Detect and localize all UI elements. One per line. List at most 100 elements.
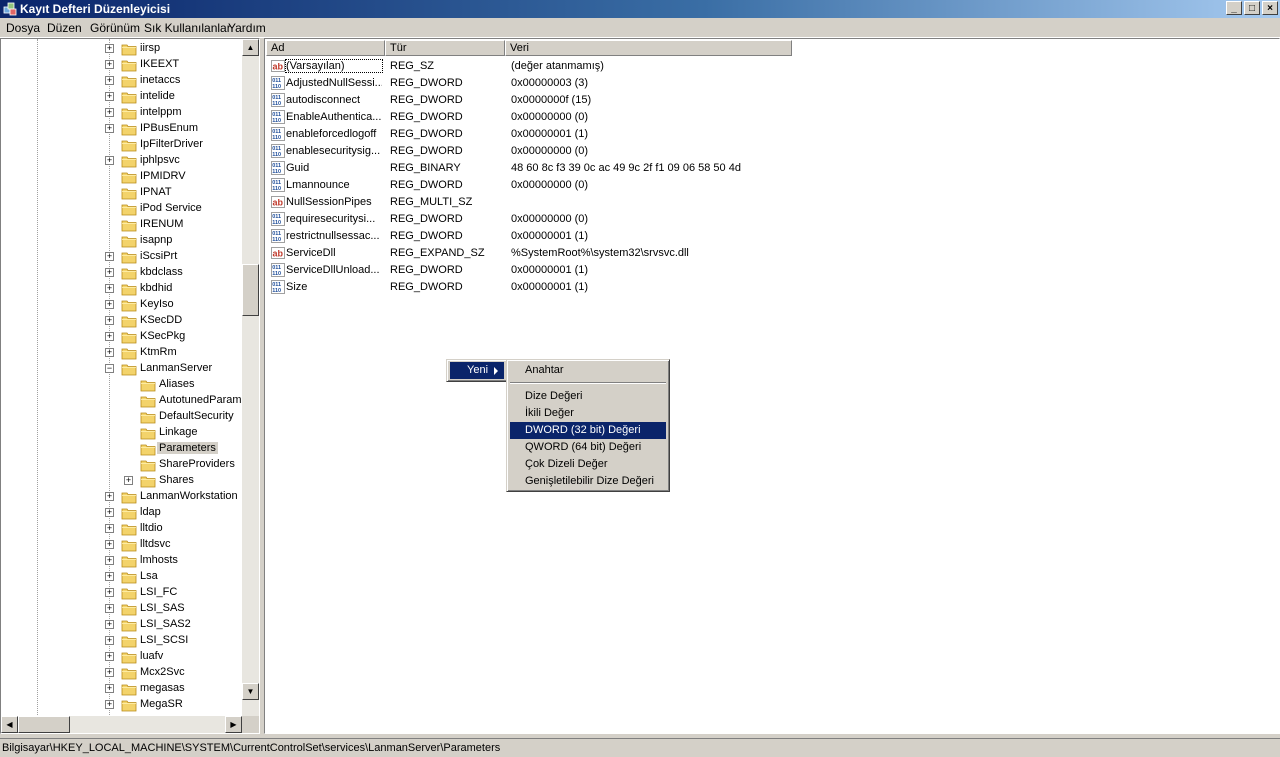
submenu-item[interactable]: Genişletilebilir Dize Değeri <box>510 473 666 490</box>
column-header-type[interactable]: Tür <box>385 40 505 56</box>
tree-item[interactable]: isapnp <box>1 233 242 249</box>
value-row[interactable]: ab NullSessionPipes REG_MULTI_SZ <box>265 194 1265 211</box>
tree-item[interactable]: + lltdsvc <box>1 537 242 553</box>
tree-item[interactable]: + LSI_SAS2 <box>1 617 242 633</box>
tree-item[interactable]: + KeyIso <box>1 297 242 313</box>
submenu-item[interactable]: İkili Değer <box>510 405 666 422</box>
scroll-thumb[interactable] <box>242 264 259 316</box>
expand-icon[interactable]: + <box>105 508 114 517</box>
expand-icon[interactable]: + <box>105 604 114 613</box>
expand-icon[interactable]: + <box>105 572 114 581</box>
submenu-item[interactable]: QWORD (64 bit) Değeri <box>510 439 666 456</box>
tree-item[interactable]: IPMIDRV <box>1 169 242 185</box>
column-header-data[interactable]: Veri <box>505 40 792 56</box>
minimize-button[interactable]: _ <box>1226 1 1242 15</box>
expand-icon[interactable]: + <box>105 284 114 293</box>
value-row[interactable]: 011 110 EnableAuthentica... REG_DWORD 0x0000… <box>265 109 1265 126</box>
expand-icon[interactable]: + <box>105 252 114 261</box>
tree-item[interactable]: + IPBusEnum <box>1 121 242 137</box>
expand-icon[interactable]: + <box>105 316 114 325</box>
tree-pane[interactable]: + iirsp + IKEEXT + inetaccs + intelide + intelppm… <box>0 38 260 734</box>
tree-item[interactable]: Aliases <box>1 377 242 393</box>
expand-icon[interactable]: + <box>105 268 114 277</box>
value-row[interactable]: 011 110 enableforcedlogoff REG_DWORD 0x00000… <box>265 126 1265 143</box>
value-row[interactable]: 011 110 requiresecuritysi... REG_DWORD 0x000… <box>265 211 1265 228</box>
scroll-right-button[interactable]: ▶ <box>225 716 242 733</box>
value-row[interactable]: 011 110 ServiceDllUnload... REG_DWORD 0x0000… <box>265 262 1265 279</box>
tree-item[interactable]: + inetaccs <box>1 73 242 89</box>
tree-item[interactable]: + LSI_SCSI <box>1 633 242 649</box>
menu-view[interactable]: Görünüm <box>90 21 140 35</box>
tree-item[interactable]: + iphlpsvc <box>1 153 242 169</box>
value-row[interactable]: 011 110 AdjustedNullSessi... REG_DWORD 0x000… <box>265 75 1265 92</box>
tree-item[interactable]: + ldap <box>1 505 242 521</box>
tree-item[interactable]: + lltdio <box>1 521 242 537</box>
tree-item[interactable]: + Lsa <box>1 569 242 585</box>
expand-icon[interactable]: + <box>105 556 114 565</box>
tree-item[interactable]: + LSI_SAS <box>1 601 242 617</box>
tree-item[interactable]: AutotunedParameters <box>1 393 242 409</box>
tree-item[interactable]: + megasas <box>1 681 242 697</box>
maximize-button[interactable]: □ <box>1244 1 1260 15</box>
expand-icon[interactable]: + <box>105 524 114 533</box>
tree-item[interactable]: + luafv <box>1 649 242 665</box>
expand-icon[interactable]: + <box>105 92 114 101</box>
value-row[interactable]: 011 110 restrictnullsessac... REG_DWORD 0x00… <box>265 228 1265 245</box>
value-row[interactable]: 011 110 Size REG_DWORD 0x00000001 (1) <box>265 279 1265 296</box>
tree-item[interactable]: + Mcx2Svc <box>1 665 242 681</box>
expand-icon[interactable]: + <box>105 684 114 693</box>
close-button[interactable]: × <box>1262 1 1278 15</box>
menu-help[interactable]: Yardım <box>228 21 266 35</box>
tree-item[interactable]: + KSecPkg <box>1 329 242 345</box>
tree-horizontal-scrollbar[interactable]: ◀ ▶ <box>1 716 242 733</box>
menu-favorites[interactable]: Sık Kullanılanlar <box>144 21 231 35</box>
tree-item[interactable]: + LanmanWorkstation <box>1 489 242 505</box>
expand-icon[interactable]: + <box>105 108 114 117</box>
tree-item[interactable]: − LanmanServer <box>1 361 242 377</box>
expand-icon[interactable]: + <box>105 652 114 661</box>
expand-icon[interactable]: + <box>105 348 114 357</box>
collapse-icon[interactable]: − <box>105 364 114 373</box>
menu-edit[interactable]: Düzen <box>47 21 82 35</box>
tree-item[interactable]: + intelide <box>1 89 242 105</box>
value-row[interactable]: 011 110 Lmannounce REG_DWORD 0x00000000 (0) <box>265 177 1265 194</box>
submenu-item[interactable]: Çok Dizeli Değer <box>510 456 666 473</box>
menu-file[interactable]: Dosya <box>6 21 40 35</box>
value-row[interactable]: 011 110 autodisconnect REG_DWORD 0x0000000f … <box>265 92 1265 109</box>
scroll-down-button[interactable]: ▼ <box>242 683 259 700</box>
expand-icon[interactable]: + <box>105 588 114 597</box>
tree-vertical-scrollbar[interactable]: ▲ ▼ <box>242 39 259 717</box>
tree-item[interactable]: + MegaSR <box>1 697 242 713</box>
tree-item[interactable]: + iirsp <box>1 41 242 57</box>
expand-icon[interactable]: + <box>105 540 114 549</box>
expand-icon[interactable]: + <box>105 332 114 341</box>
expand-icon[interactable]: + <box>105 620 114 629</box>
tree-item[interactable]: IRENUM <box>1 217 242 233</box>
hscroll-thumb[interactable] <box>18 716 70 733</box>
expand-icon[interactable]: + <box>105 44 114 53</box>
expand-icon[interactable]: + <box>105 668 114 677</box>
menu-item-key[interactable]: Anahtar <box>510 362 666 379</box>
column-header-name[interactable]: Ad <box>266 40 385 56</box>
scroll-up-button[interactable]: ▲ <box>242 39 259 56</box>
expand-icon[interactable]: + <box>124 476 133 485</box>
expand-icon[interactable]: + <box>105 636 114 645</box>
values-pane[interactable]: Ad Tür Veri ab (Varsayılan) REG_SZ (değer a… <box>264 38 1280 734</box>
tree-item[interactable]: Parameters <box>1 441 242 457</box>
expand-icon[interactable]: + <box>105 300 114 309</box>
menu-item-new[interactable]: Yeni <box>450 362 504 379</box>
tree-item[interactable]: + LSI_FC <box>1 585 242 601</box>
tree-item[interactable]: IpFilterDriver <box>1 137 242 153</box>
submenu-item[interactable]: Dize Değeri <box>510 388 666 405</box>
tree-item[interactable]: + kbdclass <box>1 265 242 281</box>
tree-item[interactable]: ShareProviders <box>1 457 242 473</box>
expand-icon[interactable]: + <box>105 492 114 501</box>
tree-item[interactable]: + intelppm <box>1 105 242 121</box>
scroll-left-button[interactable]: ◀ <box>1 716 18 733</box>
submenu-item[interactable]: DWORD (32 bit) Değeri <box>510 422 666 439</box>
tree-item[interactable]: + Shares <box>1 473 242 489</box>
value-row[interactable]: 011 110 enablesecuritysig... REG_DWORD 0x000… <box>265 143 1265 160</box>
expand-icon[interactable]: + <box>105 124 114 133</box>
tree-item[interactable]: + KSecDD <box>1 313 242 329</box>
tree-item[interactable]: + kbdhid <box>1 281 242 297</box>
